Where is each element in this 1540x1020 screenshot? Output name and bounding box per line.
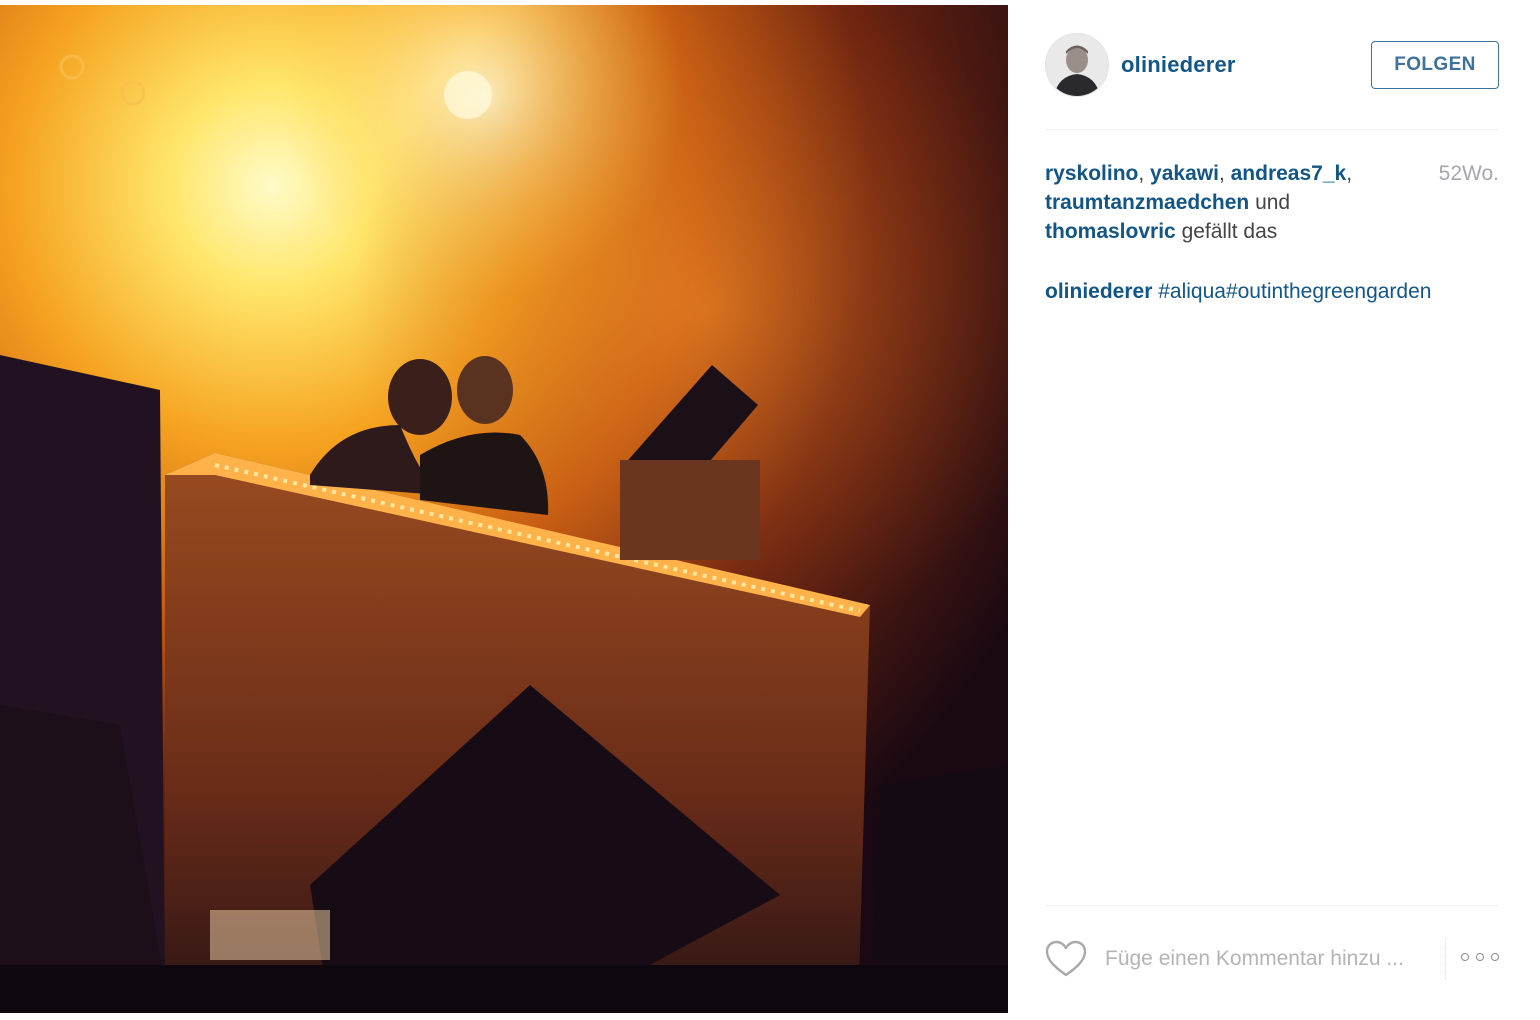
dot-icon: [1461, 953, 1469, 961]
post-actions: [1045, 905, 1499, 1014]
post-header: oliniederer FOLGEN: [1045, 33, 1499, 130]
post-caption: oliniederer #aliqua#outinthegreengarden: [1045, 277, 1505, 306]
liker-link[interactable]: yakawi: [1150, 162, 1219, 185]
post-author-username[interactable]: oliniederer: [1121, 52, 1236, 78]
avatar[interactable]: [1045, 33, 1109, 97]
dot-icon: [1491, 953, 1499, 961]
likes-summary: ryskolino, yakawi, andreas7_k, traumtanz…: [1045, 162, 1353, 243]
liker-link[interactable]: thomaslovric: [1045, 220, 1176, 243]
follow-button[interactable]: FOLGEN: [1371, 41, 1499, 89]
caption-author[interactable]: oliniederer: [1045, 280, 1152, 303]
post-photo[interactable]: [0, 5, 1008, 1013]
more-options-icon[interactable]: [1461, 950, 1499, 964]
caption-hashtags[interactable]: #aliqua#outinthegreengarden: [1158, 280, 1431, 303]
likes-suffix: gefällt das: [1181, 220, 1278, 243]
user-portrait-icon: [1046, 34, 1108, 96]
liker-link[interactable]: ryskolino: [1045, 162, 1138, 185]
comment-input[interactable]: [1105, 938, 1446, 980]
likes-connector: und: [1255, 191, 1291, 214]
post-details-panel: oliniederer FOLGEN ryskolino, yakawi, an…: [1008, 5, 1540, 1013]
liker-link[interactable]: andreas7_k: [1231, 162, 1347, 185]
heart-outline-icon[interactable]: [1045, 940, 1087, 978]
liker-link[interactable]: traumtanzmaedchen: [1045, 191, 1249, 214]
post-age[interactable]: 52Wo.: [1439, 159, 1499, 188]
dj-stage-image: [0, 5, 1008, 1013]
dot-icon: [1476, 953, 1484, 961]
